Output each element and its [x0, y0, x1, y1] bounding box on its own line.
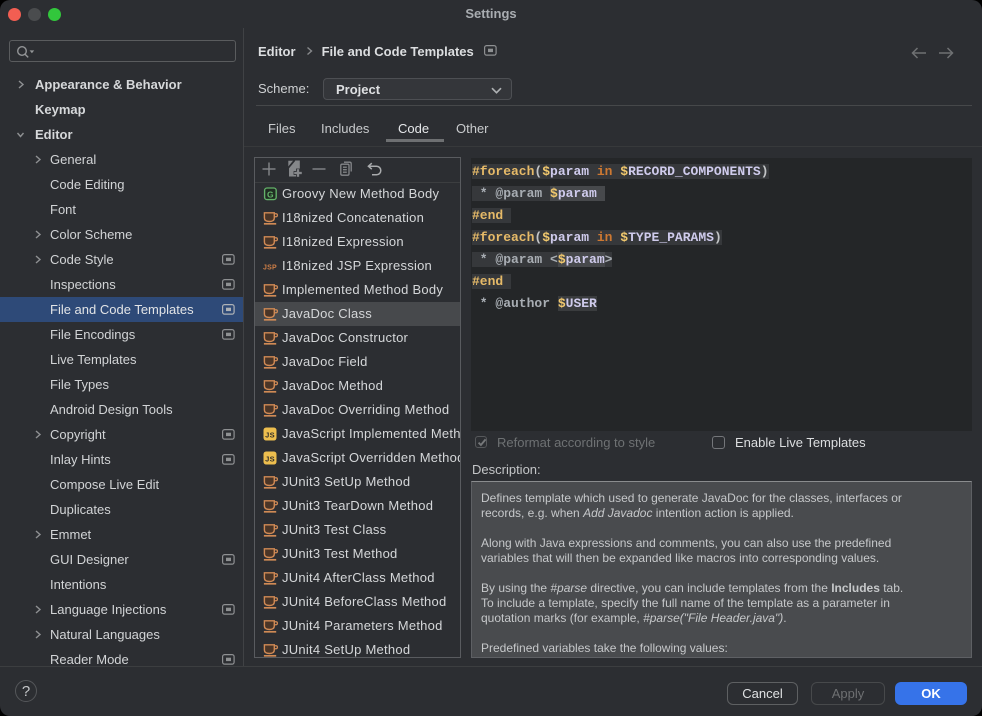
svg-text:G: G	[267, 189, 274, 199]
svg-text:JS: JS	[265, 430, 275, 439]
svg-text:JS: JS	[265, 454, 275, 463]
svg-text:JSP: JSP	[263, 265, 277, 272]
